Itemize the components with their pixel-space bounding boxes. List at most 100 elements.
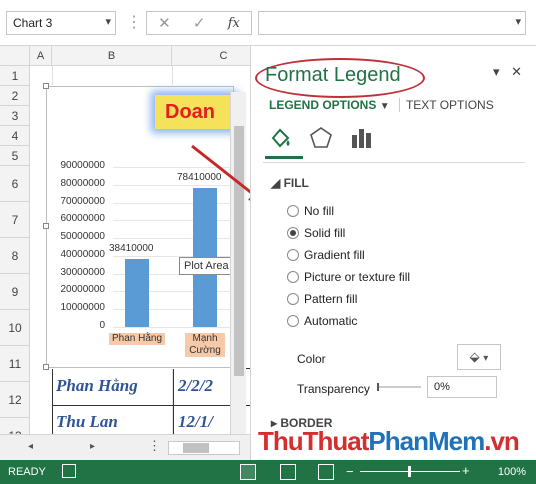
- data-label[interactable]: 38410000: [109, 243, 154, 254]
- column-header-b[interactable]: B: [52, 46, 172, 66]
- close-icon[interactable]: ✕: [511, 64, 522, 79]
- resize-handle[interactable]: [43, 83, 49, 89]
- y-tick-label: 0: [99, 320, 105, 331]
- radio-button[interactable]: [287, 271, 299, 283]
- radio-button[interactable]: [287, 227, 299, 239]
- formula-bar-grip[interactable]: ⋮: [126, 11, 142, 35]
- resize-handle[interactable]: [43, 223, 49, 229]
- column-header-c[interactable]: C: [172, 46, 250, 66]
- row-header[interactable]: 12: [0, 382, 30, 418]
- chart-object[interactable]: Doan 90000000 80000000 70000000 60000000 500…: [43, 83, 237, 370]
- chevron-down-icon[interactable]: ▼: [380, 101, 390, 112]
- name-box[interactable]: Chart 3 ▾: [6, 11, 116, 35]
- option-picture-fill[interactable]: Picture or texture fill: [287, 270, 410, 284]
- divider: [263, 162, 525, 163]
- option-no-fill[interactable]: No fill: [287, 204, 334, 218]
- macro-record-icon[interactable]: [62, 464, 76, 478]
- y-tick-label: 50000000: [60, 231, 106, 243]
- row-header[interactable]: 1: [0, 66, 30, 86]
- row-header[interactable]: 3: [0, 106, 30, 126]
- gridline: [113, 167, 235, 168]
- formula-input[interactable]: ▾: [258, 11, 526, 35]
- category-label-line: Phan Hằng: [111, 333, 163, 344]
- zoom-in-button[interactable]: +: [462, 463, 470, 478]
- cancel-icon[interactable]: ✕: [158, 14, 171, 32]
- chart-title[interactable]: Doan: [155, 95, 235, 129]
- radio-button[interactable]: [287, 315, 299, 327]
- option-solid-fill[interactable]: Solid fill: [287, 226, 345, 240]
- insert-function-button[interactable]: fx: [228, 16, 240, 31]
- row-header[interactable]: 9: [0, 274, 30, 310]
- row-header[interactable]: 10: [0, 310, 30, 346]
- row-header[interactable]: 5: [0, 146, 30, 166]
- cell-date[interactable]: 2/2/2: [178, 376, 213, 396]
- pane-tabs: LEGEND OPTIONS ▼ TEXT OPTIONS: [269, 98, 494, 112]
- column-header-a[interactable]: A: [30, 46, 52, 66]
- color-picker-button[interactable]: ⬙ ▾: [457, 344, 501, 370]
- watermark-part: Thuat: [302, 426, 370, 456]
- cell-name[interactable]: Thu Lan: [56, 412, 118, 432]
- zoom-level[interactable]: 100%: [498, 466, 526, 478]
- horizontal-scrollbar[interactable]: [168, 441, 240, 455]
- tab-text-options[interactable]: TEXT OPTIONS: [398, 98, 494, 112]
- option-gradient-fill[interactable]: Gradient fill: [287, 248, 365, 262]
- effects-icon[interactable]: [307, 124, 335, 152]
- cell-name[interactable]: Phan Hằng: [56, 376, 138, 396]
- page-layout-button[interactable]: [280, 464, 296, 480]
- radio-button[interactable]: [287, 293, 299, 305]
- transparency-input[interactable]: 0%: [427, 376, 497, 398]
- bar[interactable]: [125, 258, 149, 327]
- expand-formula-icon[interactable]: ▾: [515, 15, 521, 28]
- table-border: [173, 369, 174, 434]
- resize-handle[interactable]: [43, 364, 49, 370]
- row-header[interactable]: 6: [0, 166, 30, 202]
- row-header[interactable]: 4: [0, 126, 30, 146]
- y-tick-label: 90000000: [60, 160, 106, 171]
- y-tick-label: 60000000: [60, 213, 106, 225]
- option-pattern-fill[interactable]: Pattern fill: [287, 292, 357, 306]
- zoom-thumb[interactable]: [408, 466, 411, 477]
- row-header[interactable]: 13: [0, 418, 30, 434]
- transparency-label: Transparency: [297, 382, 370, 396]
- category-label[interactable]: Phan Hằng: [109, 333, 165, 345]
- table-border: [53, 405, 250, 406]
- option-label: Pattern fill: [304, 292, 358, 306]
- category-label[interactable]: Mạnh Cường: [185, 333, 225, 357]
- format-legend-pane: Format Legend ▾ ✕ LEGEND OPTIONS ▼ TEXT …: [250, 46, 536, 460]
- worksheet-grid[interactable]: A B C 1 2 3 4 5 6 7 8 9 10 11 12 13 Phan…: [0, 46, 250, 434]
- more-options-icon[interactable]: ⋮: [148, 438, 161, 454]
- data-label[interactable]: 78410000: [177, 172, 222, 183]
- chevron-down-icon[interactable]: ▾: [105, 15, 111, 28]
- option-automatic[interactable]: Automatic: [287, 314, 357, 328]
- chevron-down-icon: ▾: [483, 353, 489, 364]
- legend-options-icon[interactable]: [347, 124, 375, 152]
- cell-date[interactable]: 12/1/: [178, 412, 213, 432]
- prev-sheet-icon[interactable]: ◂: [28, 441, 33, 452]
- pane-options-icon[interactable]: ▾: [493, 64, 500, 79]
- selected-icon-indicator: [265, 156, 303, 159]
- formula-bar: Chart 3 ▾ ⋮ ✕ ✓ fx ▾: [0, 0, 536, 46]
- fill-line-icon[interactable]: [267, 124, 295, 152]
- row-header[interactable]: 2: [0, 86, 30, 106]
- row-header[interactable]: 11: [0, 346, 30, 382]
- sheet-tab-bar: ◂ ▸ ⋮: [0, 434, 250, 460]
- row-header[interactable]: 7: [0, 202, 30, 238]
- option-label: Automatic: [304, 314, 358, 328]
- normal-view-button[interactable]: [240, 464, 256, 480]
- tab-legend-options[interactable]: LEGEND OPTIONS: [269, 98, 376, 112]
- scrollbar-thumb[interactable]: [183, 443, 209, 453]
- zoom-out-button[interactable]: −: [346, 464, 354, 479]
- paint-bucket-icon: ⬙: [469, 349, 480, 364]
- next-sheet-icon[interactable]: ▸: [90, 441, 95, 452]
- page-break-preview-button[interactable]: [318, 464, 334, 480]
- radio-button[interactable]: [287, 249, 299, 261]
- category-label-line: Mạnh: [192, 333, 218, 344]
- row-header[interactable]: 8: [0, 238, 30, 274]
- select-all-corner[interactable]: [0, 46, 30, 66]
- transparency-slider[interactable]: [377, 382, 421, 392]
- vertical-scrollbar[interactable]: [230, 92, 246, 434]
- scrollbar-thumb[interactable]: [234, 126, 244, 376]
- check-icon[interactable]: ✓: [193, 14, 206, 32]
- radio-button[interactable]: [287, 205, 299, 217]
- fill-section-header[interactable]: ◢ FILL: [271, 176, 309, 190]
